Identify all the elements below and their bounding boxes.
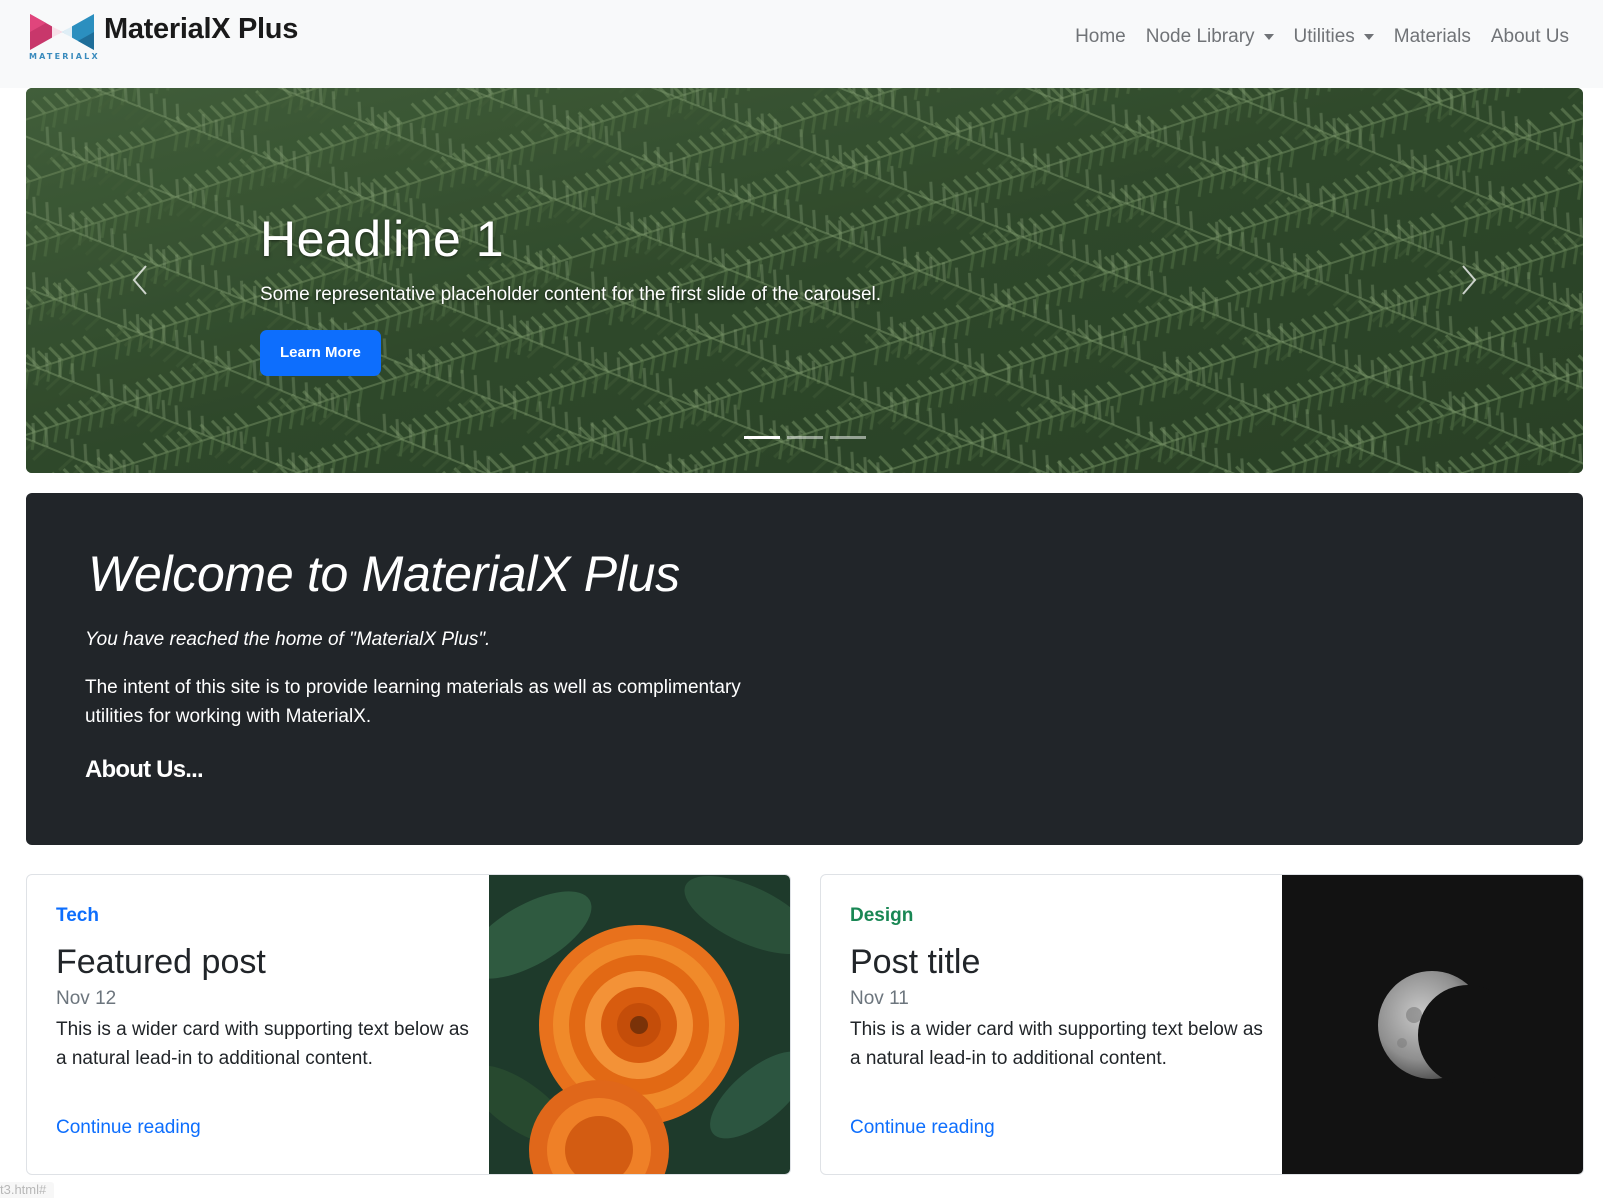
welcome-title: Welcome to MaterialX Plus	[88, 546, 680, 602]
brand-title: MaterialX Plus	[104, 12, 299, 45]
post-card: Design Post title Nov 11 This is a wider…	[820, 874, 1584, 1175]
featured-post-card: Tech Featured post Nov 12 This is a wide…	[26, 874, 791, 1175]
brand-link[interactable]: MATERIALX MaterialX Plus	[28, 10, 298, 62]
nav-home[interactable]: Home	[1065, 26, 1136, 48]
card-category: Tech	[56, 905, 99, 926]
nav-utilities[interactable]: Utilities	[1284, 26, 1384, 48]
status-bar-url: t3.html#	[0, 1182, 55, 1198]
welcome-subtitle: You have reached the home of "MaterialX …	[85, 629, 491, 650]
navbar: MATERIALX MaterialX Plus Home Node Libra…	[0, 0, 1603, 88]
carousel-indicator-3[interactable]	[830, 436, 866, 439]
orange-flower-image	[489, 875, 790, 1174]
carousel-indicators	[744, 436, 866, 439]
chevron-left-icon	[132, 265, 147, 295]
welcome-jumbotron: Welcome to MaterialX Plus You have reach…	[26, 493, 1583, 845]
nav-home-label: Home	[1075, 26, 1126, 47]
card-category: Design	[850, 905, 914, 926]
hero-carousel: Headline 1 Some representative placehold…	[26, 88, 1583, 473]
card-date: Nov 11	[850, 988, 909, 1009]
chevron-right-icon	[1462, 265, 1477, 295]
nav-about-us[interactable]: About Us	[1481, 26, 1579, 48]
continue-reading-link[interactable]: Continue reading	[56, 1117, 201, 1139]
carousel-next-button[interactable]	[1453, 258, 1483, 302]
nav-materials-label: Materials	[1393, 26, 1471, 47]
caret-down-icon	[1263, 34, 1274, 40]
logo-wordmark: MATERIALX	[29, 52, 100, 61]
carousel-headline: Headline 1	[260, 211, 505, 267]
card-text: This is a wider card with supporting tex…	[850, 1019, 1263, 1069]
continue-reading-link[interactable]: Continue reading	[850, 1117, 995, 1139]
carousel-text: Some representative placeholder content …	[260, 284, 882, 305]
materialx-logo: MATERIALX	[28, 10, 98, 62]
card-title: Post title	[850, 943, 981, 981]
carousel-prev-button[interactable]	[126, 258, 156, 302]
learn-more-button[interactable]: Learn More	[260, 330, 381, 376]
carousel-indicator-1[interactable]	[744, 436, 780, 439]
about-us-link[interactable]: About Us...	[85, 756, 204, 784]
welcome-text: The intent of this site is to provide le…	[85, 677, 741, 727]
carousel-indicator-2[interactable]	[787, 436, 823, 439]
nav-utilities-label: Utilities	[1293, 26, 1355, 47]
caret-down-icon	[1363, 34, 1374, 40]
card-text: This is a wider card with supporting tex…	[56, 1019, 469, 1069]
nav-node-library[interactable]: Node Library	[1136, 26, 1284, 48]
moon-image	[1282, 875, 1583, 1174]
nav-materials[interactable]: Materials	[1384, 26, 1481, 48]
nav-node-library-label: Node Library	[1145, 26, 1255, 47]
card-date: Nov 12	[56, 988, 117, 1009]
carousel-caption: Headline 1 Some representative placehold…	[260, 210, 881, 376]
nav-about-us-label: About Us	[1490, 26, 1569, 47]
main-nav: Home Node Library Utilities Materials Ab…	[1065, 26, 1579, 48]
card-title: Featured post	[56, 943, 266, 981]
